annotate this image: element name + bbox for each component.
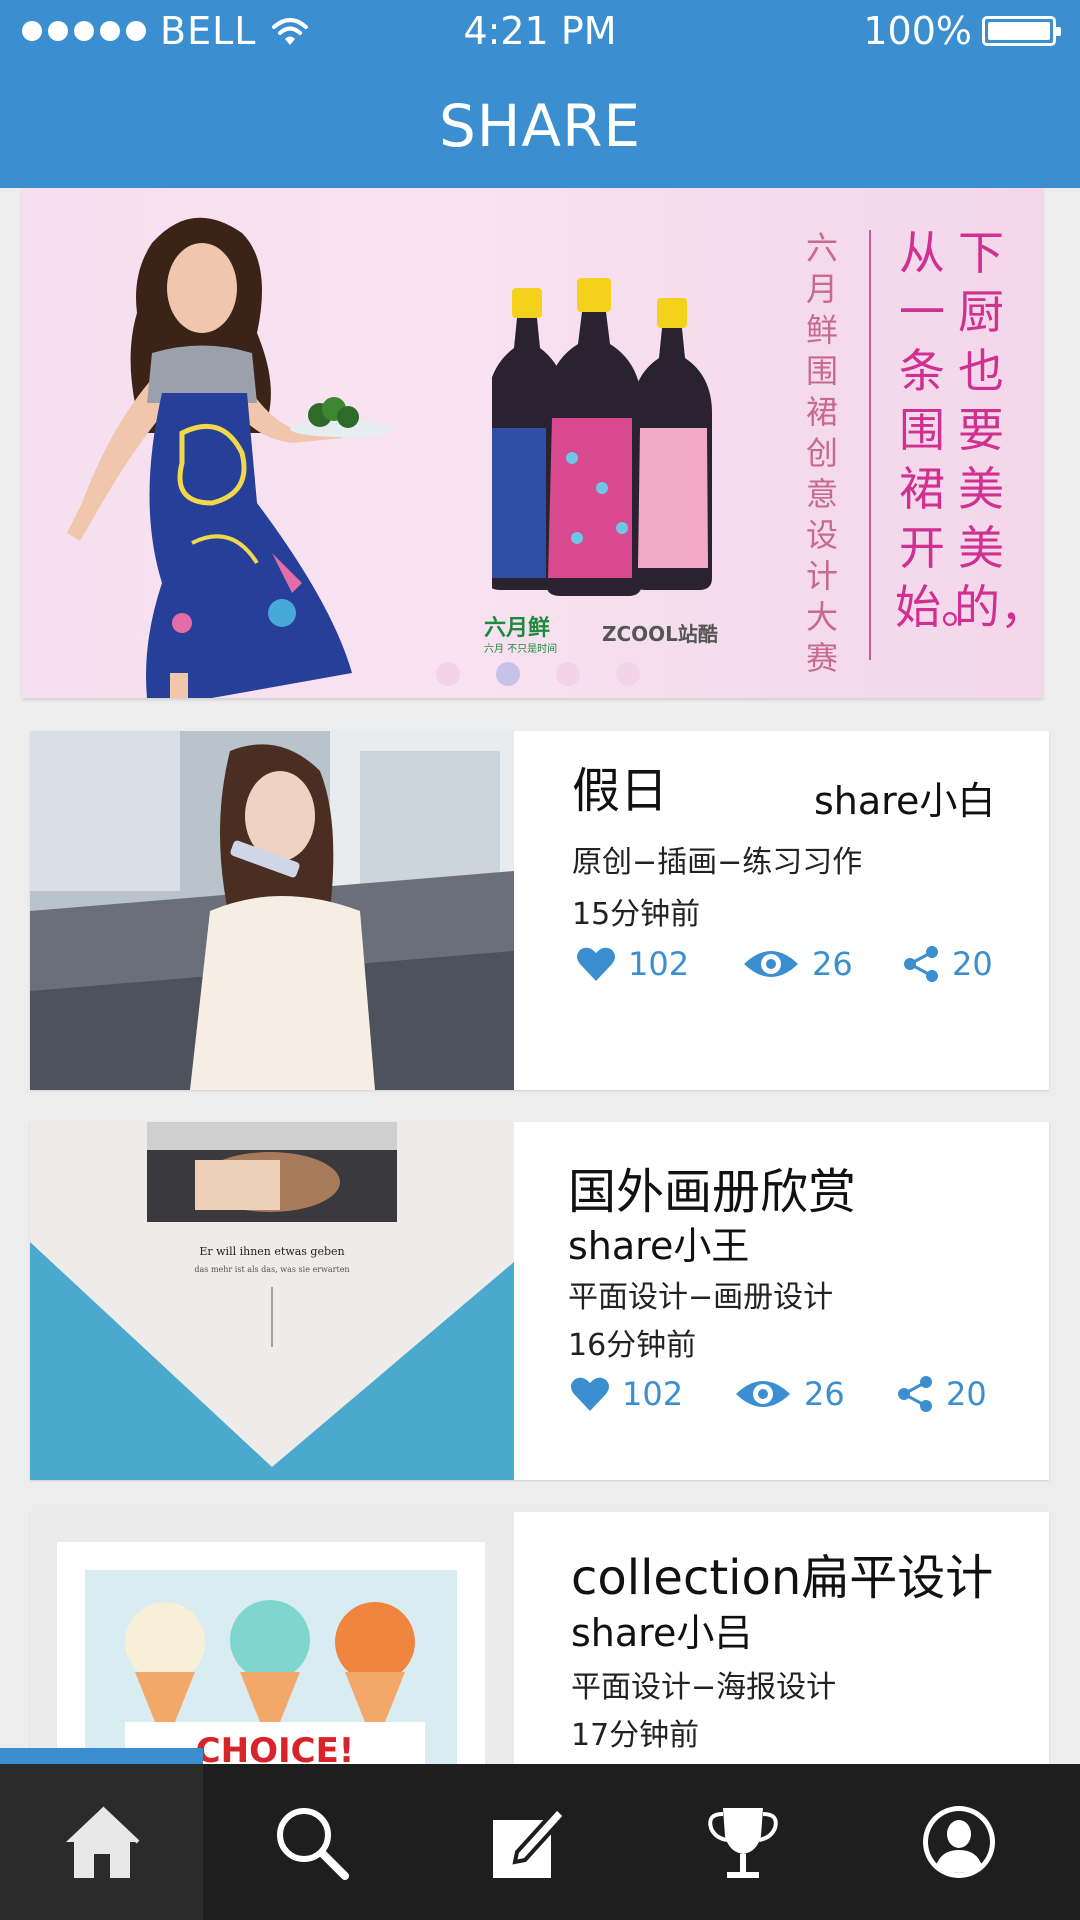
pagination-dot-active[interactable] — [496, 662, 520, 686]
eye-icon — [744, 951, 798, 977]
edit-icon — [493, 1805, 567, 1878]
post-author[interactable]: share小吕 — [571, 1609, 752, 1657]
post-title[interactable]: collection扁平设计 — [571, 1548, 993, 1608]
brand-logo-liuyuexian: 六月鲜 — [484, 616, 551, 641]
battery-percent: 100% — [863, 9, 972, 53]
share-count: 20 — [952, 945, 993, 983]
tab-ranking[interactable] — [635, 1764, 851, 1920]
post-thumbnail[interactable]: CHOICE! — [30, 1512, 514, 1764]
post-card[interactable]: 假日 share小白 原创−插画−练习习作 15分钟前 102 26 20 — [30, 731, 1049, 1090]
active-tab-indicator — [0, 1748, 203, 1764]
like-count: 102 — [622, 1375, 684, 1413]
tab-profile[interactable] — [851, 1764, 1067, 1920]
post-category: 原创−插画−练习习作 — [572, 845, 863, 880]
banner-divider — [869, 230, 871, 660]
tab-compose[interactable] — [419, 1764, 635, 1920]
like-count: 102 — [628, 945, 690, 983]
thumb-caption-line1: Er will ihnen etwas geben — [199, 1245, 344, 1258]
post-title[interactable]: 假日 — [572, 761, 668, 821]
profile-icon — [923, 1806, 995, 1878]
app-header: BELL 4:21 PM 100% SHARE — [0, 0, 1080, 188]
pagination-dot[interactable] — [436, 662, 460, 686]
like-stat[interactable]: 102 — [576, 945, 689, 983]
home-icon — [65, 1806, 139, 1878]
view-count: 26 — [812, 945, 853, 983]
tab-home[interactable] — [0, 1764, 203, 1920]
promo-banner[interactable]: 六月鲜 六月 不只是时间 ZCOOL站酷 六月鲜围裙创意设计大赛 从一条围裙开始… — [22, 188, 1043, 698]
bottom-tab-bar — [0, 1764, 1080, 1920]
tab-search[interactable] — [203, 1764, 419, 1920]
thumb-poster-text: CHOICE! — [196, 1731, 355, 1764]
brand-logo-slogan: 六月 不只是时间 — [484, 644, 558, 655]
battery-icon — [982, 16, 1061, 46]
view-count: 26 — [804, 1375, 845, 1413]
heart-icon — [577, 947, 615, 981]
banner-subtitle: 六月鲜围裙创意设计大赛 — [805, 229, 838, 677]
pagination-dot[interactable] — [616, 662, 640, 686]
post-time: 16分钟前 — [568, 1328, 697, 1363]
trophy-icon — [708, 1808, 778, 1878]
post-title[interactable]: 国外画册欣赏 — [568, 1162, 856, 1222]
post-card[interactable]: CHOICE! collection扁平设计 share小吕 平面设计−海报设计… — [30, 1512, 1049, 1764]
share-stat[interactable]: 20 — [896, 1375, 987, 1413]
eye-icon — [736, 1381, 790, 1407]
post-thumbnail[interactable] — [30, 731, 514, 1090]
page-title: SHARE — [438, 92, 642, 160]
like-stat[interactable]: 102 — [570, 1375, 683, 1413]
post-author[interactable]: share小白 — [814, 777, 995, 825]
share-count: 20 — [946, 1375, 987, 1413]
thumb-caption-line2: das mehr ist als das, was sie erwarten — [194, 1265, 349, 1274]
pagination-dot[interactable] — [556, 662, 580, 686]
search-icon — [277, 1808, 349, 1880]
banner-pagination[interactable] — [436, 662, 640, 686]
banner-model-image — [67, 217, 394, 698]
status-right: 100% — [863, 8, 1061, 54]
view-stat[interactable]: 26 — [742, 945, 853, 983]
share-stat[interactable]: 20 — [902, 945, 993, 983]
status-bar: BELL 4:21 PM 100% — [0, 0, 1080, 64]
post-time: 17分钟前 — [571, 1718, 700, 1753]
post-category: 平面设计−海报设计 — [571, 1670, 837, 1705]
post-thumbnail[interactable]: Er will ihnen etwas geben das mehr ist a… — [30, 1122, 514, 1480]
post-card[interactable]: Er will ihnen etwas geben das mehr ist a… — [30, 1122, 1049, 1480]
post-time: 15分钟前 — [572, 897, 701, 932]
view-stat[interactable]: 26 — [734, 1375, 845, 1413]
heart-icon — [571, 1377, 609, 1411]
share-icon — [904, 946, 938, 982]
share-icon — [898, 1376, 932, 1412]
banner-bottles-image — [492, 278, 712, 596]
banner-headline-line2: 从一条围裙开始。 — [895, 226, 987, 634]
banner-headline-line1: 下厨也要美美的， — [954, 226, 1043, 634]
post-category: 平面设计−画册设计 — [568, 1280, 834, 1315]
post-author[interactable]: share小王 — [568, 1222, 749, 1270]
brand-logo-zcool: ZCOOL站酷 — [602, 622, 718, 646]
